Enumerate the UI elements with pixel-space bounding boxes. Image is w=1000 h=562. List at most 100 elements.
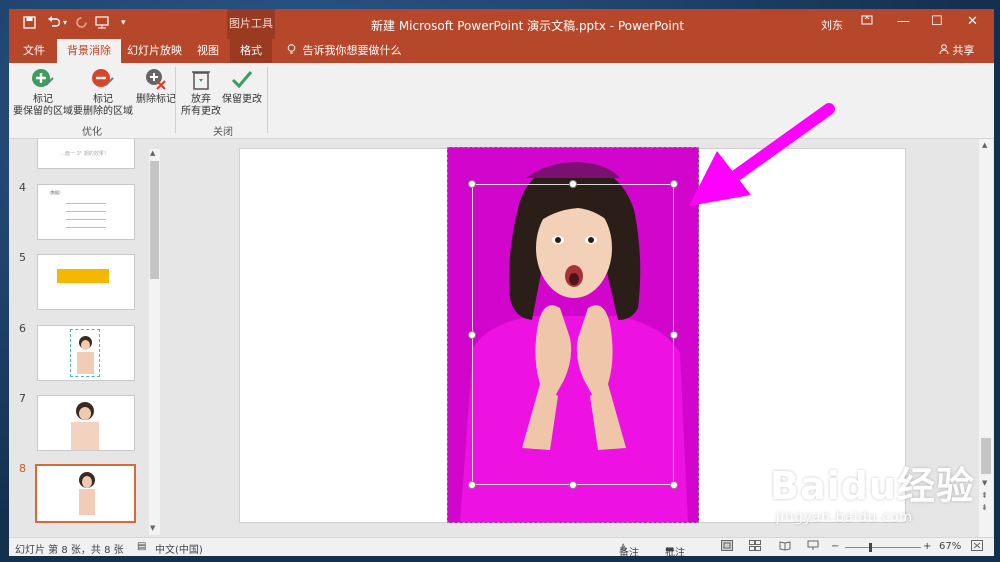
checkmark-icon — [230, 67, 254, 91]
customize-toolbar-icon[interactable]: ▾ — [121, 18, 126, 28]
group-close-label: 关闭 — [213, 127, 233, 138]
notes-label: 备注 — [619, 548, 639, 556]
mark-keep-label-1: 标记 — [33, 94, 53, 105]
trash-icon — [189, 67, 213, 91]
tab-background-removal[interactable]: 背景消除 — [57, 39, 121, 63]
mark-areas-to-remove-button[interactable]: 标记 要删除的区域 — [72, 67, 134, 118]
slide-number: 5 — [19, 251, 26, 264]
undo-dropdown-icon[interactable]: ▾ — [63, 18, 67, 27]
slide-thumbnail-7[interactable] — [37, 395, 135, 451]
marquee-selection-box[interactable] — [472, 184, 674, 485]
resize-handle-bottom-right[interactable] — [670, 481, 678, 489]
tab-format[interactable]: 格式 — [230, 39, 272, 63]
previous-slide-icon[interactable]: ⇞ — [981, 491, 988, 500]
group-refine-label: 优化 — [82, 127, 102, 138]
watermark-logo: Baidu经验 — [770, 464, 975, 508]
document-title: 新建 Microsoft PowerPoint 演示文稿.pptx - Powe… — [371, 19, 685, 33]
discard-label-2: 所有更改 — [181, 106, 221, 117]
slide-counter: 幻灯片 第 8 张，共 8 张 — [15, 545, 124, 556]
resize-handle-top-left[interactable] — [468, 180, 476, 188]
minimize-icon[interactable]: — — [897, 14, 910, 29]
zoom-slider-thumb[interactable] — [869, 543, 872, 552]
ribbon-divider — [267, 67, 268, 133]
close-icon[interactable]: ✕ — [967, 14, 978, 29]
slide-sorter-icon[interactable] — [749, 540, 761, 554]
thumb-face — [82, 476, 92, 488]
resize-handle-left[interactable] — [468, 331, 476, 339]
slide-number: 7 — [19, 392, 26, 405]
mark-keep-icon — [31, 67, 55, 91]
tab-file[interactable]: 文件 — [13, 39, 55, 63]
spellcheck-icon[interactable]: ▤ — [137, 541, 146, 552]
scroll-down-icon[interactable]: ▼ — [982, 479, 987, 487]
slide-thumbnail-5[interactable] — [37, 254, 135, 310]
zoom-in-icon[interactable]: + — [923, 541, 931, 552]
delete-mark-label: 删除标记 — [136, 94, 176, 105]
scrollbar-thumb[interactable] — [150, 161, 159, 279]
scroll-down-icon[interactable]: ▼ — [150, 524, 155, 532]
scrollbar-thumb[interactable] — [981, 438, 991, 474]
zoom-out-icon[interactable]: − — [831, 541, 839, 552]
tell-me-label: 告诉我你想要做什么 — [302, 44, 402, 57]
resize-handle-top-right[interactable] — [670, 180, 678, 188]
next-slide-icon[interactable]: ⇟ — [981, 503, 988, 512]
status-bar: 幻灯片 第 8 张，共 8 张 ▤ 中文(中国) ≜ 备注 ▬ 批注 − + 6… — [9, 537, 994, 556]
editor-scrollbar[interactable]: ▲ ▼ ⇞ ⇟ — [979, 139, 993, 537]
start-slideshow-icon[interactable] — [95, 16, 111, 33]
user-name[interactable]: 刘东 — [821, 17, 843, 33]
ribbon-tabs: 文件 背景消除 幻灯片放映 视图 格式 告诉我你想要做什么 共享 — [9, 39, 994, 63]
share-button[interactable]: 共享 — [939, 39, 975, 63]
title-bar: ▾ ▾ 图片工具 新建 Microsoft PowerPoint 演示文稿.pp… — [9, 9, 994, 39]
baidu-jingyan-watermark: Baidu经验 jingyan.baidu.com — [770, 455, 975, 525]
mark-areas-to-keep-button[interactable]: 标记 要保留的区域 — [12, 67, 74, 118]
person-icon — [939, 44, 953, 57]
slide-number: 4 — [19, 181, 26, 194]
keep-changes-label: 保留更改 — [222, 94, 262, 105]
language-indicator[interactable]: 中文(中国) — [155, 541, 203, 556]
normal-view-icon[interactable] — [721, 540, 733, 554]
slide-thumbnail-3[interactable]: …面一 3° 期的效果！ — [37, 139, 135, 169]
tell-me-search[interactable]: 告诉我你想要做什么 — [287, 39, 402, 63]
resize-handle-bottom[interactable] — [569, 481, 577, 489]
undo-icon[interactable] — [47, 16, 61, 33]
thumb-body — [77, 352, 94, 374]
resize-handle-top[interactable] — [569, 180, 577, 188]
thumb-image-frame — [70, 329, 100, 377]
fit-to-window-icon[interactable] — [971, 540, 983, 554]
delete-mark-icon — [144, 67, 168, 91]
thumb-face — [81, 340, 90, 350]
slide-thumbnail-6[interactable] — [37, 325, 135, 381]
slide-number: 6 — [19, 322, 26, 335]
scroll-up-icon[interactable]: ▲ — [982, 141, 987, 149]
tab-slideshow[interactable]: 幻灯片放映 — [117, 39, 192, 63]
thumb-text: …面一 3° 期的效果！ — [60, 151, 109, 157]
share-label: 共享 — [952, 44, 975, 57]
tab-view[interactable]: 视图 — [187, 39, 229, 63]
delete-mark-button[interactable]: 删除标记 — [132, 67, 180, 106]
scroll-up-icon[interactable]: ▲ — [150, 149, 155, 157]
zoom-slider[interactable] — [845, 547, 921, 548]
slide-thumbnail-4[interactable]: （数据） — [37, 184, 135, 240]
keep-changes-button[interactable]: 保留更改 — [221, 67, 263, 106]
zoom-level[interactable]: 67% — [939, 541, 961, 552]
resize-handle-bottom-left[interactable] — [468, 481, 476, 489]
maximize-icon[interactable]: ☐ — [931, 14, 943, 29]
save-icon[interactable] — [23, 16, 36, 33]
reading-view-icon[interactable] — [779, 540, 791, 554]
mark-keep-label-2: 要保留的区域 — [13, 106, 73, 117]
resize-handle-right[interactable] — [670, 331, 678, 339]
slide-number-selected: 8 — [19, 462, 26, 475]
annotation-arrow-icon — [689, 103, 835, 206]
mark-remove-icon — [91, 67, 115, 91]
discard-all-changes-button[interactable]: 放弃 所有更改 — [177, 67, 225, 118]
slide-thumbnail-8[interactable] — [35, 464, 136, 523]
ribbon-divider — [175, 67, 176, 133]
discard-label-1: 放弃 — [191, 94, 211, 105]
slideshow-view-icon[interactable] — [807, 540, 819, 554]
picture-tools-context: 图片工具 — [227, 9, 275, 39]
ribbon-display-options-icon[interactable] — [861, 14, 873, 30]
thumbnail-scrollbar[interactable]: ▲ ▼ — [149, 149, 160, 535]
mark-remove-label-2: 要删除的区域 — [73, 106, 133, 117]
slide-thumbnail-panel: …面一 3° 期的效果！ 4 （数据） 5 6 7 8 ▲ ▼ — [9, 139, 161, 537]
comments-label: 批注 — [665, 548, 685, 556]
